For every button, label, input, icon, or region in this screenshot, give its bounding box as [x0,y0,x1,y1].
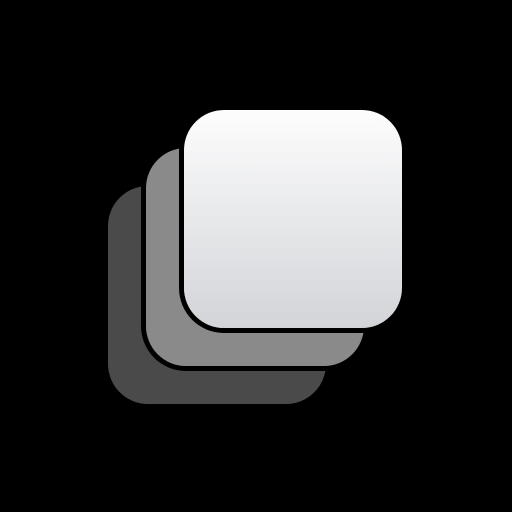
front-layer-tile [184,110,402,328]
stacked-layers-icon [0,0,512,512]
